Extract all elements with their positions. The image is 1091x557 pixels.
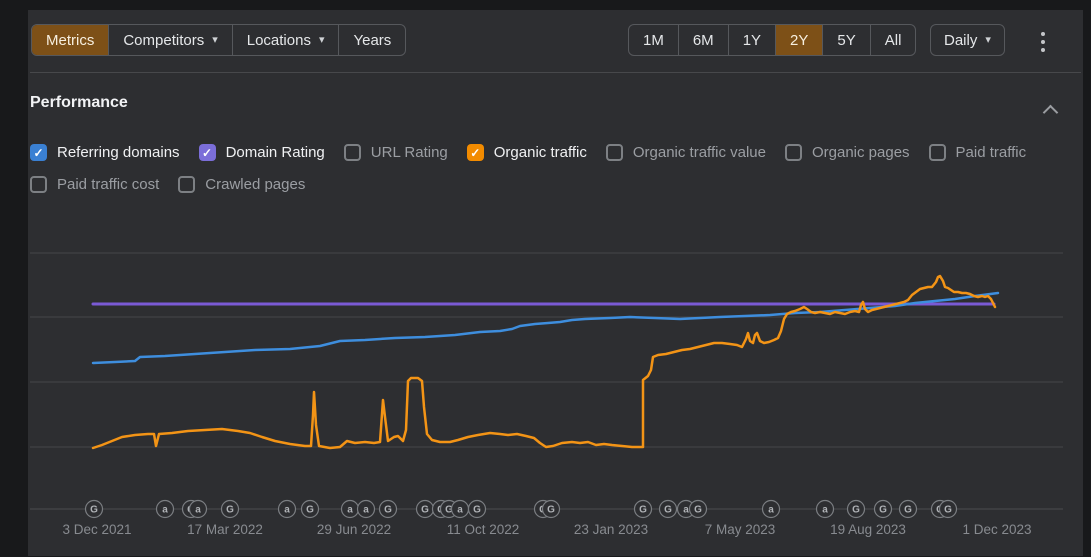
checkbox-icon[interactable]: ✓	[467, 144, 484, 161]
checkbox-icon[interactable]	[606, 144, 623, 161]
performance-chart-svg[interactable]: GaGaGaGaaGGGGaGGGGGaGaaGGGGG3 Dec 202117…	[30, 240, 1063, 552]
metric-label: Referring domains	[57, 144, 180, 161]
metric-checkbox-organic-traffic-value[interactable]: Organic traffic value	[606, 144, 766, 161]
x-tick-label: 1 Dec 2023	[962, 522, 1031, 537]
timeline-marker-letter: G	[90, 505, 98, 516]
caret-down-icon: ▾	[212, 35, 218, 46]
timeline-marker-letter: G	[421, 505, 429, 516]
timeline-marker-letter: G	[879, 505, 887, 516]
nav-button-metrics[interactable]: Metrics	[32, 25, 108, 55]
metric-label: Organic traffic value	[633, 144, 766, 161]
metric-checkbox-paid-traffic[interactable]: Paid traffic	[929, 144, 1027, 161]
x-tick-label: 7 May 2023	[705, 522, 776, 537]
range-button-all[interactable]: All	[870, 25, 916, 55]
nav-button-locations[interactable]: Locations ▾	[232, 25, 339, 55]
button-label: Locations	[247, 32, 311, 49]
toolbar-divider	[30, 72, 1081, 73]
timeline-marker-letter: a	[284, 505, 290, 516]
metric-checkbox-paid-traffic-cost[interactable]: Paid traffic cost	[30, 176, 159, 193]
button-label: 1M	[643, 32, 664, 49]
timeline-marker-letter: a	[457, 505, 463, 516]
range-button-1m[interactable]: 1M	[629, 25, 678, 55]
timeline-marker-letter: G	[306, 505, 314, 516]
checkbox-icon[interactable]	[30, 176, 47, 193]
range-button-2y[interactable]: 2Y	[775, 25, 822, 55]
checkbox-icon[interactable]: ✓	[30, 144, 47, 161]
interval-label: Daily	[944, 32, 977, 49]
performance-panel: MetricsCompetitors▾Locations▾Years 1M6M1…	[28, 10, 1083, 556]
timeline-marker-letter: G	[384, 505, 392, 516]
x-tick-label: 29 Jun 2022	[317, 522, 391, 537]
metrics-checkbox-list: ✓ Referring domains ✓ Domain Rating URL Rati…	[30, 144, 1040, 193]
nav-button-years[interactable]: Years	[338, 25, 405, 55]
timeline-marker-letter: G	[852, 505, 860, 516]
x-tick-label: 11 Oct 2022	[447, 522, 520, 537]
more-options-icon[interactable]	[1035, 32, 1051, 52]
metric-checkbox-referring-domains[interactable]: ✓ Referring domains	[30, 144, 180, 161]
metric-checkbox-organic-pages[interactable]: Organic pages	[785, 144, 910, 161]
timeline-marker-letter: a	[162, 505, 168, 516]
nav-button-competitors[interactable]: Competitors ▾	[108, 25, 231, 55]
metric-checkbox-crawled-pages[interactable]: Crawled pages	[178, 176, 305, 193]
series-line-organic-traffic	[93, 276, 995, 448]
x-tick-label: 19 Aug 2023	[830, 522, 906, 537]
button-label: 5Y	[837, 32, 855, 49]
range-button-6m[interactable]: 6M	[678, 25, 728, 55]
timeline-marker-letter: a	[768, 505, 774, 516]
button-label: Metrics	[46, 32, 94, 49]
timeline-marker-letter: G	[904, 505, 912, 516]
button-label: All	[885, 32, 902, 49]
timeline-marker-letter: G	[226, 505, 234, 516]
metric-label: Paid traffic cost	[57, 176, 159, 193]
metric-label: Organic traffic	[494, 144, 587, 161]
button-label: 2Y	[790, 32, 808, 49]
date-range-group: 1M 6M 1Y 2Y 5Y All	[628, 24, 916, 56]
metric-label: URL Rating	[371, 144, 448, 161]
checkbox-icon[interactable]	[344, 144, 361, 161]
button-label: Competitors	[123, 32, 204, 49]
x-tick-label: 23 Jan 2023	[574, 522, 648, 537]
timeline-marker-letter: a	[822, 505, 828, 516]
timeline-marker-letter: G	[547, 505, 555, 516]
timeline-marker-letter: G	[664, 505, 672, 516]
collapse-chevron-icon[interactable]	[1044, 104, 1057, 117]
range-button-1y[interactable]: 1Y	[728, 25, 775, 55]
metric-label: Crawled pages	[205, 176, 305, 193]
button-label: 1Y	[743, 32, 761, 49]
caret-down-icon: ▾	[985, 35, 991, 46]
x-tick-label: 3 Dec 2021	[62, 522, 131, 537]
timeline-marker-letter: G	[694, 505, 702, 516]
checkbox-icon[interactable]	[785, 144, 802, 161]
caret-down-icon: ▾	[319, 35, 325, 46]
timeline-marker-letter: a	[347, 505, 353, 516]
range-button-5y[interactable]: 5Y	[822, 25, 869, 55]
metric-checkbox-url-rating[interactable]: URL Rating	[344, 144, 448, 161]
button-label: Years	[353, 32, 391, 49]
metric-label: Organic pages	[812, 144, 910, 161]
section-title: Performance	[30, 94, 128, 112]
checkbox-icon[interactable]: ✓	[199, 144, 216, 161]
timeline-marker-letter: a	[683, 505, 689, 516]
performance-chart[interactable]: GaGaGaGaaGGGGaGGGGGaGaaGGGGG3 Dec 202117…	[30, 240, 1063, 552]
x-tick-label: 17 Mar 2022	[187, 522, 263, 537]
timeline-marker-letter: G	[639, 505, 647, 516]
metric-label: Domain Rating	[226, 144, 325, 161]
button-label: 6M	[693, 32, 714, 49]
metric-label: Paid traffic	[956, 144, 1027, 161]
timeline-marker-letter: a	[363, 505, 369, 516]
checkbox-icon[interactable]	[929, 144, 946, 161]
timeline-marker-letter: G	[944, 505, 952, 516]
timeline-marker-letter: G	[473, 505, 481, 516]
interval-select[interactable]: Daily ▾	[930, 24, 1005, 56]
metric-checkbox-organic-traffic[interactable]: ✓ Organic traffic	[467, 144, 587, 161]
checkbox-icon[interactable]	[178, 176, 195, 193]
view-nav-group: Metrics Competitors ▾ Locations ▾ Years	[31, 24, 406, 56]
timeline-marker-letter: a	[195, 505, 201, 516]
metric-checkbox-domain-rating[interactable]: ✓ Domain Rating	[199, 144, 325, 161]
